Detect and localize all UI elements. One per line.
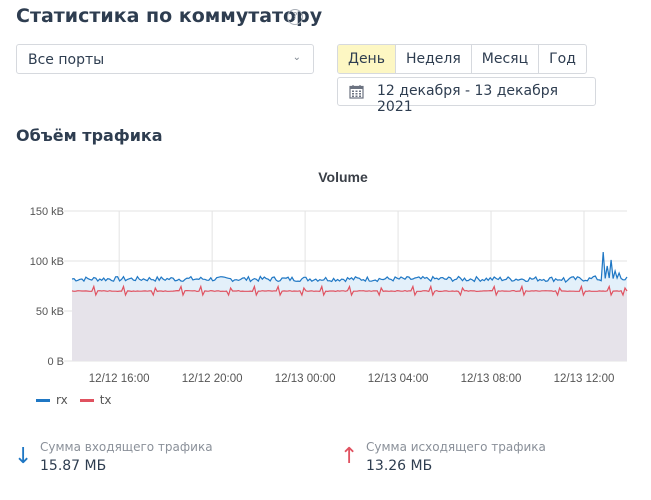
- x-tick-label: 12/13 08:00: [461, 373, 522, 385]
- legend-swatch-tx: [79, 398, 94, 402]
- date-range-picker[interactable]: 12 декабря - 13 декабря 2021: [337, 77, 596, 115]
- arrow-up-icon: ↑: [340, 444, 359, 469]
- area-tx: [72, 286, 627, 361]
- x-tick-label: 12/13 04:00: [368, 373, 429, 385]
- port-select-value: Все порты: [28, 52, 105, 68]
- y-tick-label: 0 B: [47, 356, 64, 368]
- period-selector: День Неделя Месяц Год: [337, 44, 587, 74]
- legend-swatch-rx: [36, 398, 50, 402]
- chart-title: Volume: [318, 169, 368, 185]
- x-tick-label: 12/13 12:00: [554, 373, 615, 385]
- arrow-down-icon: ↓: [14, 444, 33, 469]
- x-tick-label: 12/13 00:00: [275, 373, 336, 385]
- period-month-button[interactable]: Месяц: [472, 45, 540, 73]
- outgoing-total-label: Сумма исходящего трафика: [366, 440, 546, 454]
- section-title: Объём трафика: [16, 126, 163, 145]
- port-select[interactable]: Все порты ⌄: [16, 44, 314, 74]
- chart-legend: rx tx: [36, 393, 124, 407]
- y-tick-label: 150 kB: [30, 206, 64, 218]
- volume-chart: Volume 0 B 50 kB 100 kB 150 kB 12/12 16:00 12…: [30, 169, 628, 385]
- legend-label-tx[interactable]: tx: [100, 393, 112, 407]
- incoming-total-label: Сумма входящего трафика: [40, 440, 213, 454]
- period-day-button[interactable]: День: [338, 45, 396, 73]
- chevron-down-icon: ⌄: [292, 52, 301, 63]
- period-year-button[interactable]: Год: [539, 45, 586, 73]
- y-tick-label: 100 kB: [30, 256, 64, 268]
- x-tick-label: 12/12 20:00: [182, 373, 243, 385]
- question-circle-icon[interactable]: ?: [287, 9, 303, 25]
- line-rx: [71, 251, 628, 283]
- calendar-icon: [349, 85, 364, 99]
- x-tick-label: 12/12 16:00: [89, 373, 150, 385]
- legend-label-rx[interactable]: rx: [56, 393, 68, 407]
- incoming-total-value: 15.87 МБ: [40, 458, 107, 474]
- date-range-text: 12 декабря - 13 декабря 2021: [377, 83, 559, 115]
- y-tick-label: 50 kB: [36, 306, 64, 318]
- outgoing-total-value: 13.26 МБ: [366, 458, 433, 474]
- period-week-button[interactable]: Неделя: [396, 45, 472, 73]
- page-title: Статистика по коммутатору: [16, 5, 323, 27]
